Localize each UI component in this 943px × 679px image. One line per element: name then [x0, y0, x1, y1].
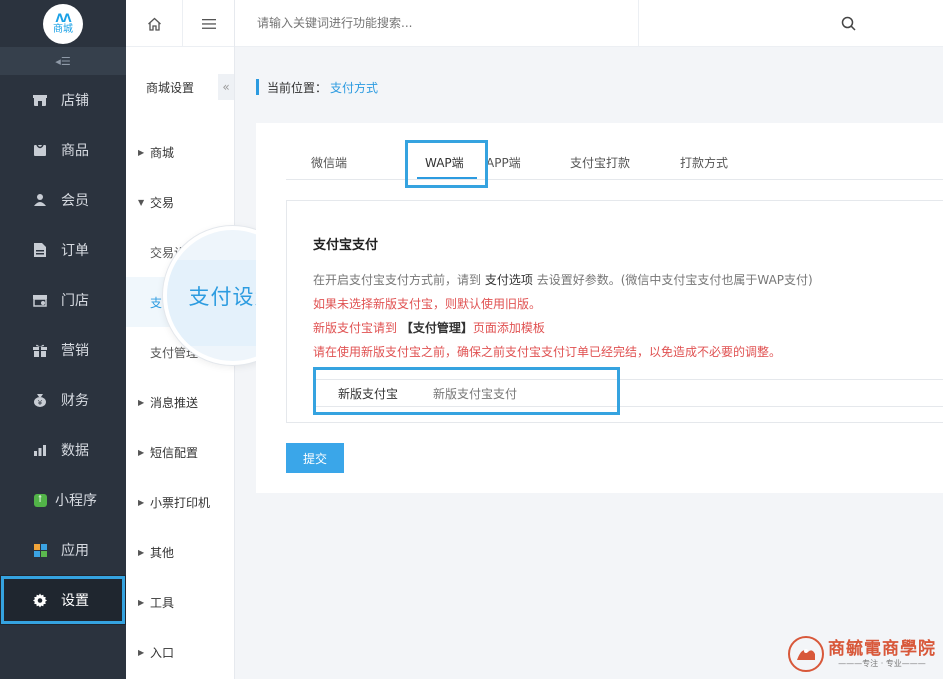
- sub-item-entry[interactable]: ▶ 入口: [126, 627, 234, 677]
- sidebar-collapse-button[interactable]: ◂☰: [0, 47, 126, 75]
- apps-icon: [33, 543, 47, 557]
- alipay-note-1: 在开启支付宝支付方式前，请到 支付选项 去设置好参数。(微信中支付宝支付也属于W…: [313, 273, 813, 287]
- double-chevron-left-icon: «: [222, 80, 230, 94]
- gift-icon: [33, 343, 47, 357]
- order-icon: [33, 243, 47, 257]
- goods-icon: [33, 143, 47, 157]
- sidebar-item-label: 小程序: [55, 493, 97, 509]
- hamburger-icon: [201, 18, 216, 29]
- watermark: 商毓電商學院 ———专注 · 专业———: [788, 635, 938, 673]
- search-icon[interactable]: [841, 16, 856, 31]
- store-icon: [33, 93, 47, 107]
- sidebar-item-member[interactable]: 会员: [0, 175, 126, 225]
- sub-item-other[interactable]: ▶ 其他: [126, 527, 234, 577]
- logo-mark-icon: ᐱᐱ: [55, 11, 71, 25]
- payment-tabs: 微信端 WAP端 APP端 支付宝打款 打款方式: [286, 123, 943, 188]
- sidebar-item-settings[interactable]: 设置: [0, 575, 126, 625]
- sidebar-item-goods[interactable]: 商品: [0, 125, 126, 175]
- caret-down-icon: ▼: [138, 197, 145, 207]
- caret-right-icon: ▶: [138, 597, 145, 607]
- caret-right-icon: ▶: [138, 447, 145, 457]
- chart-icon: [33, 443, 47, 457]
- sidebar-item-data[interactable]: 数据: [0, 425, 126, 475]
- caret-right-icon: ▶: [138, 397, 145, 407]
- sidebar-item-label: 订单: [61, 243, 89, 259]
- sub-item-tools[interactable]: ▶ 工具: [126, 577, 234, 627]
- sidebar-item-label: 财务: [61, 393, 89, 409]
- sub-sidebar-fold-button[interactable]: «: [218, 74, 234, 100]
- field-highlight-box: [313, 367, 620, 415]
- alipay-title: 支付宝支付: [313, 238, 379, 253]
- home-button[interactable]: [126, 0, 184, 47]
- submit-button[interactable]: 提交: [286, 443, 344, 473]
- tab-wechat[interactable]: 微信端: [311, 154, 347, 171]
- alipay-note-4: 请在使用新版支付宝之前，确保之前支付宝支付订单已经完结，以免造成不必要的调整。: [313, 345, 782, 359]
- logo-text: 商城: [53, 23, 73, 35]
- alipay-note-3: 新版支付宝请到 【支付管理】页面添加模板: [313, 321, 545, 335]
- sub-item-trade[interactable]: ▼ 交易: [126, 177, 234, 227]
- breadcrumb-prefix: 当前位置：: [267, 80, 328, 95]
- shop-icon: [33, 293, 47, 307]
- sidebar-item-label: 营销: [61, 343, 89, 359]
- sub-item-message-push[interactable]: ▶ 消息推送: [126, 377, 234, 427]
- menu-toggle-button[interactable]: [183, 0, 234, 47]
- logo[interactable]: ᐱᐱ 商城: [43, 3, 83, 44]
- payment-management-link[interactable]: 【支付管理】: [401, 321, 473, 335]
- sidebar-item-label: 数据: [61, 443, 89, 459]
- watermark-logo-icon: [788, 636, 824, 672]
- sidebar-item-label: 门店: [61, 293, 89, 309]
- user-icon: [33, 193, 47, 207]
- sub-sidebar-title-text: 商城设置: [146, 80, 195, 95]
- breadcrumb-current[interactable]: 支付方式: [330, 79, 378, 96]
- caret-right-icon: ▶: [138, 147, 145, 157]
- caret-right-icon: ▶: [138, 647, 145, 657]
- mini-program-icon: ꝉ: [33, 493, 47, 507]
- home-icon: [147, 17, 161, 31]
- sidebar-item-label: 商品: [61, 143, 89, 159]
- alipay-note-2: 如果未选择新版支付宝，则默认使用旧版。: [313, 297, 542, 311]
- sub-sidebar-toolbar: [126, 0, 234, 47]
- svg-text:¥: ¥: [38, 399, 43, 407]
- sidebar-item-label: 店铺: [61, 93, 89, 109]
- tab-app[interactable]: APP端: [486, 154, 521, 171]
- watermark-text: 商毓電商學院: [828, 639, 936, 659]
- top-bar: [235, 0, 943, 47]
- logo-area: ᐱᐱ 商城: [0, 0, 126, 47]
- sidebar-item-store[interactable]: 店铺: [0, 75, 126, 125]
- topbar-divider: [638, 0, 639, 47]
- sub-item-sms[interactable]: ▶ 短信配置: [126, 427, 234, 477]
- tab-payout-method[interactable]: 打款方式: [680, 154, 728, 171]
- money-bag-icon: ¥: [33, 393, 47, 407]
- collapse-menu-icon: ◂☰: [55, 54, 71, 68]
- sidebar-item-apps[interactable]: 应用: [0, 525, 126, 575]
- caret-right-icon: ▶: [138, 497, 145, 507]
- sub-item-mall[interactable]: ▶ 商城: [126, 127, 234, 177]
- search-input[interactable]: [257, 16, 607, 30]
- sidebar-item-marketing[interactable]: 营销: [0, 325, 126, 375]
- watermark-subtext: ———专注 · 专业———: [838, 659, 926, 668]
- sub-item-receipt-printer[interactable]: ▶ 小票打印机: [126, 477, 234, 527]
- sidebar-item-label: 会员: [61, 193, 89, 209]
- payment-panel: 微信端 WAP端 APP端 支付宝打款 打款方式 支付宝支付 在开启支付宝支付方…: [256, 123, 943, 493]
- sidebar-item-shop[interactable]: 门店: [0, 275, 126, 325]
- tab-alipay-transfer[interactable]: 支付宝打款: [570, 154, 630, 171]
- sidebar-item-finance[interactable]: ¥ 财务: [0, 375, 126, 425]
- sidebar-item-mini-program[interactable]: ꝉ 小程序: [0, 475, 126, 525]
- breadcrumb: 当前位置： 支付方式: [256, 79, 378, 95]
- sidebar-item-label: 设置: [61, 593, 89, 609]
- sub-sidebar-title: 商城设置 «: [126, 47, 234, 127]
- main-sidebar: ᐱᐱ 商城 ◂☰ 店铺 商品 会员 订单 门店 营销 ¥ 财务 数据 ꝉ 小程序…: [0, 0, 126, 679]
- tab-highlight-box: [405, 140, 488, 188]
- caret-right-icon: ▶: [138, 547, 145, 557]
- payment-options-link[interactable]: 支付选项: [485, 273, 533, 287]
- gear-icon: [33, 593, 47, 607]
- sidebar-item-order[interactable]: 订单: [0, 225, 126, 275]
- sidebar-item-label: 应用: [61, 543, 89, 559]
